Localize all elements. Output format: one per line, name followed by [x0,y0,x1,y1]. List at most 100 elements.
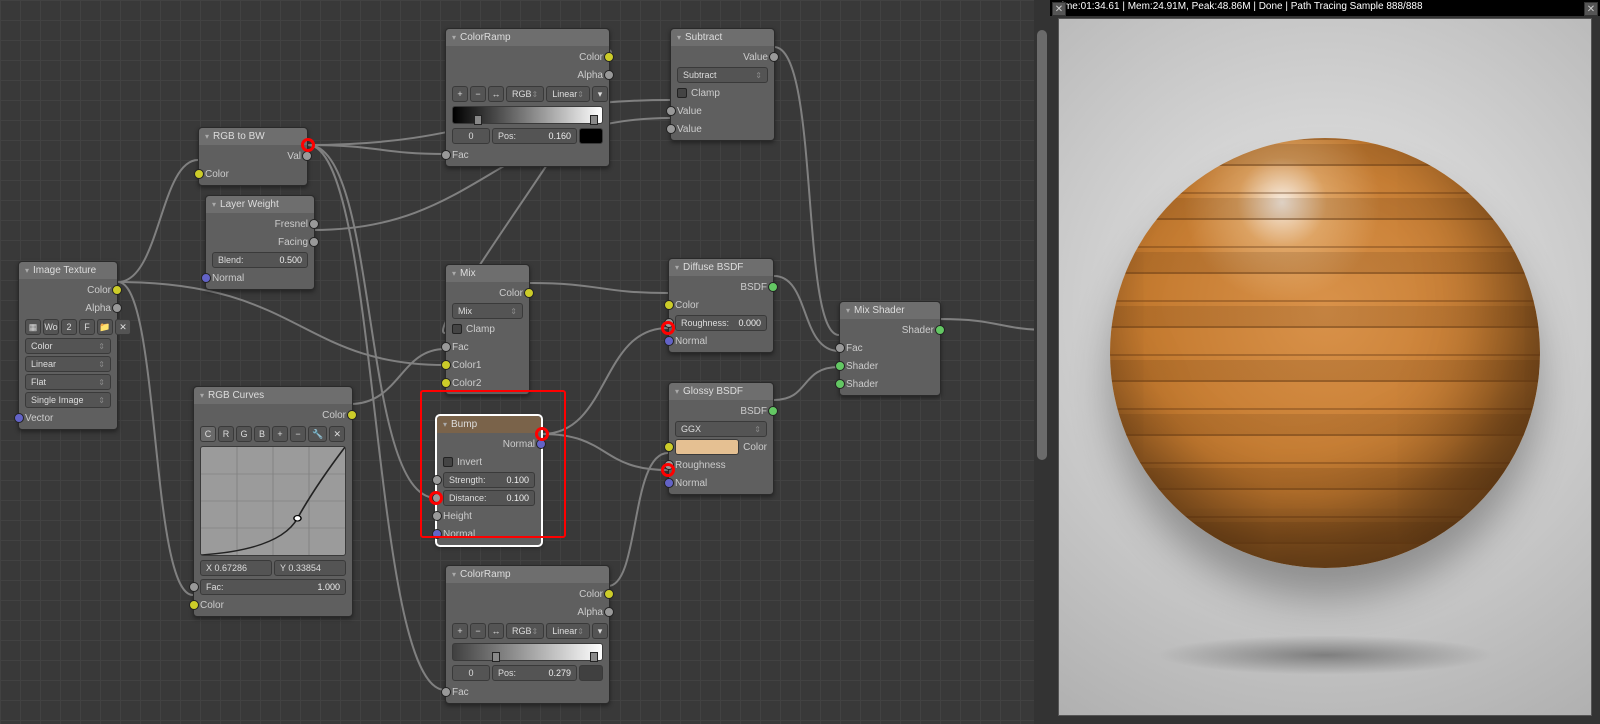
distance-field[interactable]: Distance:0.100 [443,490,535,506]
node-subtract[interactable]: ▾Subtract Value Subtract Clamp Value Val… [670,28,775,141]
gradient-bar[interactable] [452,106,603,124]
node-header[interactable]: ▾Bump [437,416,541,433]
node-header[interactable]: ▾Layer Weight [206,196,314,213]
flip-button[interactable]: ↔ [488,86,504,102]
stop-index-field[interactable]: 0 [452,128,490,144]
socket-fac-in[interactable] [441,150,451,160]
stop-color-swatch[interactable] [579,128,603,144]
socket-fac-in[interactable] [835,343,845,353]
interp-dropdown[interactable]: Linear [546,623,590,639]
node-colorramp-2[interactable]: ▾ColorRamp Color Alpha + − ↔ RGB Linear … [445,565,610,704]
socket-color2-in[interactable] [441,378,451,388]
distribution-dropdown[interactable]: GGX [675,421,767,437]
remove-stop-button[interactable]: − [470,86,486,102]
node-glossy-bsdf[interactable]: ▾Glossy BSDF BSDF GGX Color Roughness No… [668,382,774,495]
source-dropdown[interactable]: Single Image [25,392,111,408]
socket-fac-in[interactable] [441,687,451,697]
channel-r-button[interactable]: R [218,426,234,442]
socket-color-in[interactable] [189,600,199,610]
socket-vector-in[interactable] [14,413,24,423]
node-bump[interactable]: ▾Bump Normal Invert Strength:0.100 Dista… [436,415,542,546]
socket-val-out[interactable] [302,151,312,161]
node-header[interactable]: ▾Diffuse BSDF [669,259,773,276]
add-stop-button[interactable]: + [452,86,468,102]
strength-field[interactable]: Strength:0.100 [443,472,535,488]
socket-distance-in[interactable] [432,493,442,503]
collapse-icon[interactable]: ▾ [443,420,447,429]
socket-color-in[interactable] [194,169,204,179]
stop-color-swatch[interactable] [579,665,603,681]
tools-button[interactable]: 🔧 [308,426,327,442]
socket-value-out[interactable] [769,52,779,62]
color-swatch[interactable] [675,439,739,455]
channel-b-button[interactable]: B [254,426,270,442]
collapse-icon[interactable]: ▾ [25,266,29,275]
render-viewport[interactable] [1058,18,1592,716]
node-rgb-to-bw[interactable]: ▾RGB to BW Val Color [198,127,308,186]
socket-normal-in[interactable] [201,273,211,283]
image-browse-button[interactable]: ▦ [25,319,41,335]
socket-normal-in[interactable] [664,478,674,488]
collapse-icon[interactable]: ▾ [452,269,456,278]
invert-checkbox[interactable] [443,457,453,467]
socket-normal-in[interactable] [432,529,442,539]
socket-bsdf-out[interactable] [768,282,778,292]
node-rgb-curves[interactable]: ▾RGB Curves Color C R G B + − 🔧 ✕ [193,386,353,617]
add-stop-button[interactable]: + [452,623,468,639]
node-mix-shader[interactable]: ▾Mix Shader Shader Fac Shader Shader [839,301,941,396]
socket-alpha-out[interactable] [112,303,122,313]
projection-dropdown[interactable]: Flat [25,374,111,390]
collapse-icon[interactable]: ▾ [846,306,850,315]
collapse-icon[interactable]: ▾ [212,200,216,209]
channel-g-button[interactable]: G [236,426,252,442]
close-button-left[interactable]: ✕ [1052,2,1066,16]
delete-point-button[interactable]: ✕ [329,426,345,442]
clamp-checkbox[interactable] [677,88,687,98]
collapse-icon[interactable]: ▾ [200,391,204,400]
interp-dropdown[interactable]: Linear [546,86,590,102]
users-button[interactable]: 2 [61,319,77,335]
node-header[interactable]: ▾Glossy BSDF [669,383,773,400]
collapse-icon[interactable]: ▾ [205,132,209,141]
node-image-texture[interactable]: ▾Image Texture Color Alpha ▦ Wo 2 F 📁 ✕ … [18,261,118,430]
blend-dropdown[interactable]: Mix [452,303,523,319]
node-header[interactable]: ▾ColorRamp [446,29,609,46]
pos-field[interactable]: Pos:0.279 [492,665,577,681]
socket-value2-in[interactable] [666,124,676,134]
socket-color-out[interactable] [524,288,534,298]
collapse-icon[interactable]: ▾ [677,33,681,42]
collapse-icon[interactable]: ▾ [452,570,456,579]
socket-roughness-in[interactable] [664,318,674,328]
socket-facing-out[interactable] [309,237,319,247]
unlink-button[interactable]: ✕ [115,319,131,335]
curve-x-field[interactable]: X 0.67286 [200,560,272,576]
socket-normal-in[interactable] [664,336,674,346]
close-button-right[interactable]: ✕ [1584,2,1598,16]
open-image-button[interactable]: 📁 [97,319,113,335]
stop-index-field[interactable]: 0 [452,665,490,681]
flip-button[interactable]: ↔ [488,623,504,639]
blend-field[interactable]: Blend:0.500 [212,252,308,268]
clamp-checkbox[interactable] [452,324,462,334]
socket-height-in[interactable] [432,511,442,521]
operation-dropdown[interactable]: Subtract [677,67,768,83]
node-colorramp-1[interactable]: ▾ColorRamp Color Alpha + − ↔ RGB Linear … [445,28,610,167]
node-diffuse-bsdf[interactable]: ▾Diffuse BSDF BSDF Color Roughness:0.000… [668,258,774,353]
more-button[interactable]: ▾ [592,623,608,639]
curve-y-field[interactable]: Y 0.33854 [274,560,346,576]
node-editor[interactable]: ▾Image Texture Color Alpha ▦ Wo 2 F 📁 ✕ … [0,0,1050,724]
zoom-out-button[interactable]: − [290,426,306,442]
socket-color-out[interactable] [112,285,122,295]
scrollbar-thumb[interactable] [1037,30,1047,460]
node-header[interactable]: ▾Subtract [671,29,774,46]
socket-shader2-in[interactable] [835,379,845,389]
node-header[interactable]: ▾Mix Shader [840,302,940,319]
channel-c-button[interactable]: C [200,426,216,442]
colorspace-dropdown[interactable]: Color [25,338,111,354]
collapse-icon[interactable]: ▾ [675,263,679,272]
node-header[interactable]: ▾Image Texture [19,262,117,279]
socket-alpha-out[interactable] [604,607,614,617]
socket-color1-in[interactable] [441,360,451,370]
socket-strength-in[interactable] [432,475,442,485]
socket-color-in[interactable] [664,300,674,310]
